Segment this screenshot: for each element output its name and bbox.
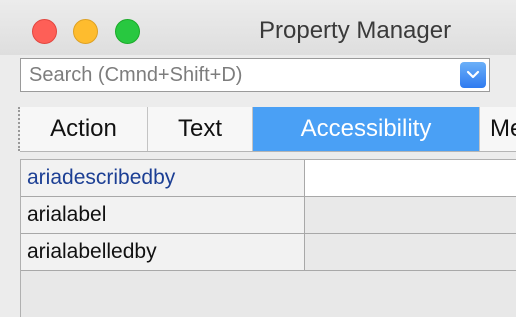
window-title: Property Manager xyxy=(259,17,452,44)
search-field[interactable] xyxy=(20,58,490,92)
tab-bar: Action Text Accessibility Me xyxy=(20,107,516,152)
tab-accessibility[interactable]: Accessibility xyxy=(253,107,480,151)
property-row-arialabel[interactable]: arialabel xyxy=(21,197,516,234)
property-value-field[interactable] xyxy=(305,160,516,196)
tab-more[interactable]: Me xyxy=(480,107,516,151)
property-table: ariadescribedby arialabel arialabelledby xyxy=(20,159,516,317)
close-window-button[interactable] xyxy=(32,19,57,44)
title-bar[interactable]: Property Manager xyxy=(0,0,516,55)
property-name[interactable]: arialabel xyxy=(21,197,305,233)
property-value-field[interactable] xyxy=(305,197,516,233)
property-row-arialabelledby[interactable]: arialabelledby xyxy=(21,234,516,271)
search-input[interactable] xyxy=(21,59,451,91)
property-value-field[interactable] xyxy=(305,234,516,270)
property-row-ariadescribedby[interactable]: ariadescribedby xyxy=(21,160,516,197)
search-dropdown-button[interactable] xyxy=(460,62,486,88)
tab-text[interactable]: Text xyxy=(148,107,253,151)
tab-action[interactable]: Action xyxy=(20,107,148,151)
chevron-down-icon xyxy=(466,70,480,79)
property-name[interactable]: arialabelledby xyxy=(21,234,305,270)
minimize-window-button[interactable] xyxy=(73,19,98,44)
property-name[interactable]: ariadescribedby xyxy=(21,160,305,196)
zoom-window-button[interactable] xyxy=(115,19,140,44)
